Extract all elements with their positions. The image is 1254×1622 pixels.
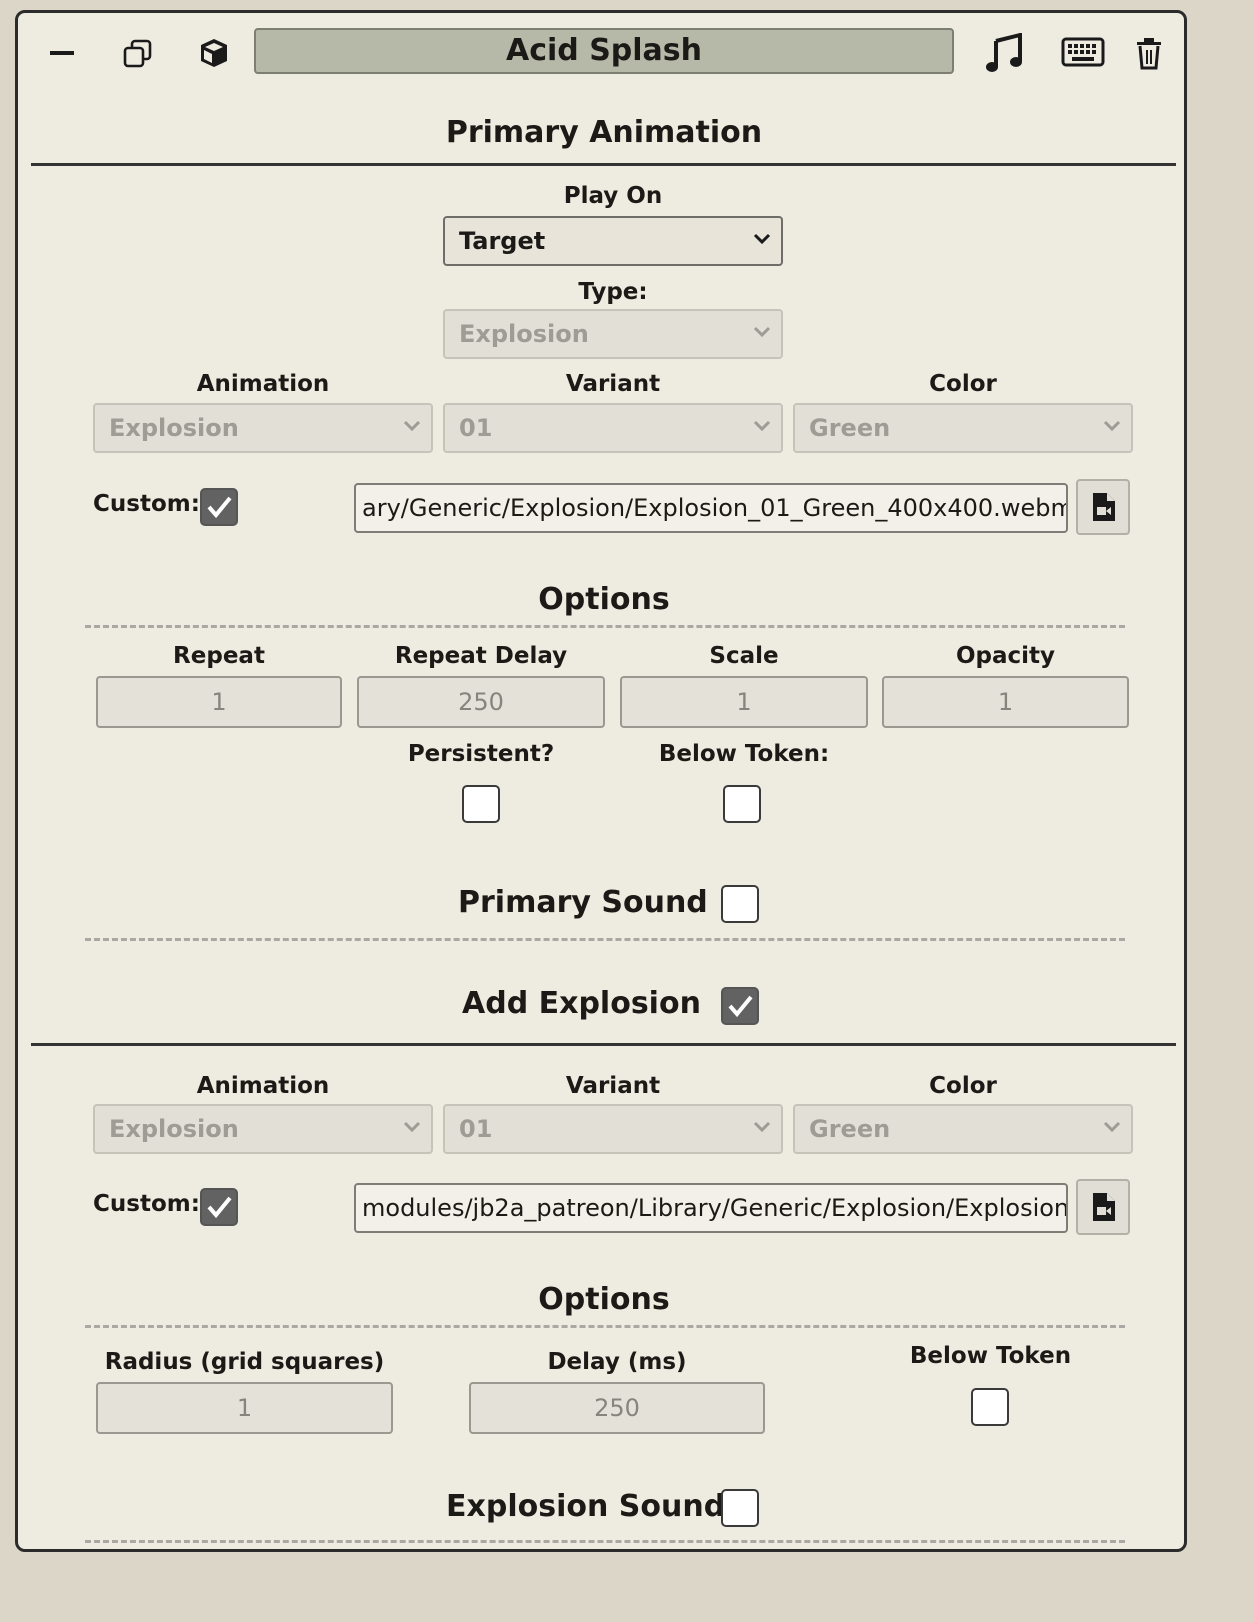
copy-icon[interactable] <box>123 39 155 69</box>
variant-select[interactable]: 01 <box>443 403 783 453</box>
opacity-input[interactable]: 1 <box>882 676 1129 728</box>
options-divider <box>85 1325 1125 1328</box>
add-explosion-checkbox[interactable] <box>721 987 759 1025</box>
custom-label: Custom: <box>93 491 200 517</box>
type-value: Explosion <box>459 320 589 348</box>
music-icon[interactable] <box>984 33 1024 73</box>
repeat-label: Repeat <box>173 643 265 669</box>
trash-icon[interactable] <box>1136 38 1162 70</box>
variant-value: 01 <box>459 414 493 442</box>
delay-input[interactable]: 250 <box>469 1382 765 1434</box>
repeat-delay-input[interactable]: 250 <box>357 676 605 728</box>
play-on-label: Play On <box>563 183 663 209</box>
chevron-down-icon <box>753 233 771 245</box>
explosion-below-token-checkbox[interactable] <box>971 1388 1009 1426</box>
play-on-value: Target <box>459 227 546 255</box>
animation-label: Animation <box>196 371 330 397</box>
primary-animation-heading: Primary Animation <box>445 115 763 150</box>
scale-input[interactable]: 1 <box>620 676 868 728</box>
chevron-down-icon <box>753 1121 771 1133</box>
explosion-color-value: Green <box>809 1115 891 1143</box>
variant-label: Variant <box>565 371 661 397</box>
file-picker-button[interactable] <box>1076 479 1130 535</box>
sound-divider <box>85 938 1125 941</box>
explosion-custom-path-input[interactable]: modules/jb2a_patreon/Library/Generic/Exp… <box>354 1183 1068 1233</box>
explosion-custom-label: Custom: <box>93 1191 200 1217</box>
custom-path-value: ary/Generic/Explosion/Explosion_01_Green… <box>362 494 1068 522</box>
radius-label: Radius (grid squares) <box>104 1349 385 1375</box>
explosion-file-picker-button[interactable] <box>1076 1179 1130 1235</box>
type-label: Type: <box>578 279 648 305</box>
chevron-down-icon <box>753 326 771 338</box>
checkmark-icon <box>728 995 753 1018</box>
explosion-custom-checkbox[interactable] <box>200 1188 238 1226</box>
scale-label: Scale <box>709 643 779 669</box>
explosion-animation-label: Animation <box>196 1073 330 1099</box>
sound-divider <box>85 1540 1125 1543</box>
primary-sound-checkbox[interactable] <box>721 885 759 923</box>
explosion-variant-value: 01 <box>459 1115 493 1143</box>
explosion-color-label: Color <box>929 1073 997 1099</box>
type-select[interactable]: Explosion <box>443 309 783 359</box>
below-token-label: Below Token: <box>658 741 830 767</box>
add-explosion-heading: Add Explosion <box>462 986 701 1021</box>
chevron-down-icon <box>1103 1121 1121 1133</box>
play-on-select[interactable]: Target <box>443 216 783 266</box>
delay-label: Delay (ms) <box>547 1349 687 1375</box>
custom-path-input[interactable]: ary/Generic/Explosion/Explosion_01_Green… <box>354 483 1068 533</box>
repeat-input[interactable]: 1 <box>96 676 342 728</box>
animation-select[interactable]: Explosion <box>93 403 433 453</box>
minimize-icon[interactable] <box>50 49 76 57</box>
explosion-variant-label: Variant <box>565 1073 661 1099</box>
chevron-down-icon <box>403 420 421 432</box>
section-divider <box>31 163 1176 166</box>
color-value: Green <box>809 414 891 442</box>
options-divider <box>85 625 1125 628</box>
file-video-icon <box>1093 1193 1115 1221</box>
explosion-animation-value: Explosion <box>109 1115 239 1143</box>
section-divider <box>31 1043 1176 1046</box>
below-token-checkbox[interactable] <box>723 785 761 823</box>
explosion-color-select[interactable]: Green <box>793 1104 1133 1154</box>
radius-input[interactable]: 1 <box>96 1382 393 1434</box>
persistent-checkbox[interactable] <box>462 785 500 823</box>
explosion-sound-checkbox[interactable] <box>721 1489 759 1527</box>
custom-checkbox[interactable] <box>200 488 238 526</box>
options-heading: Options <box>538 582 670 617</box>
persistent-label: Persistent? <box>407 741 555 767</box>
chevron-down-icon <box>753 420 771 432</box>
animation-config-panel: Acid Splash Primary Animation Play On Ta… <box>15 10 1187 1552</box>
explosion-options-heading: Options <box>538 1282 670 1317</box>
opacity-label: Opacity <box>955 643 1056 669</box>
color-label: Color <box>929 371 997 397</box>
color-select[interactable]: Green <box>793 403 1133 453</box>
explosion-below-token-label: Below Token <box>909 1343 1072 1369</box>
checkmark-icon <box>207 496 232 519</box>
primary-sound-label: Primary Sound <box>458 885 708 920</box>
file-video-icon <box>1093 493 1115 521</box>
chevron-down-icon <box>403 1121 421 1133</box>
spell-title[interactable]: Acid Splash <box>254 28 954 74</box>
keyboard-icon[interactable] <box>1061 37 1105 67</box>
explosion-sound-label: Explosion Sound <box>446 1489 726 1524</box>
explosion-variant-select[interactable]: 01 <box>443 1104 783 1154</box>
explosion-animation-select[interactable]: Explosion <box>93 1104 433 1154</box>
animation-value: Explosion <box>109 414 239 442</box>
explosion-custom-path-value: modules/jb2a_patreon/Library/Generic/Exp… <box>362 1194 1068 1222</box>
checkmark-icon <box>207 1196 232 1219</box>
repeat-delay-label: Repeat Delay <box>394 643 568 669</box>
cube-icon[interactable] <box>198 37 230 69</box>
chevron-down-icon <box>1103 420 1121 432</box>
